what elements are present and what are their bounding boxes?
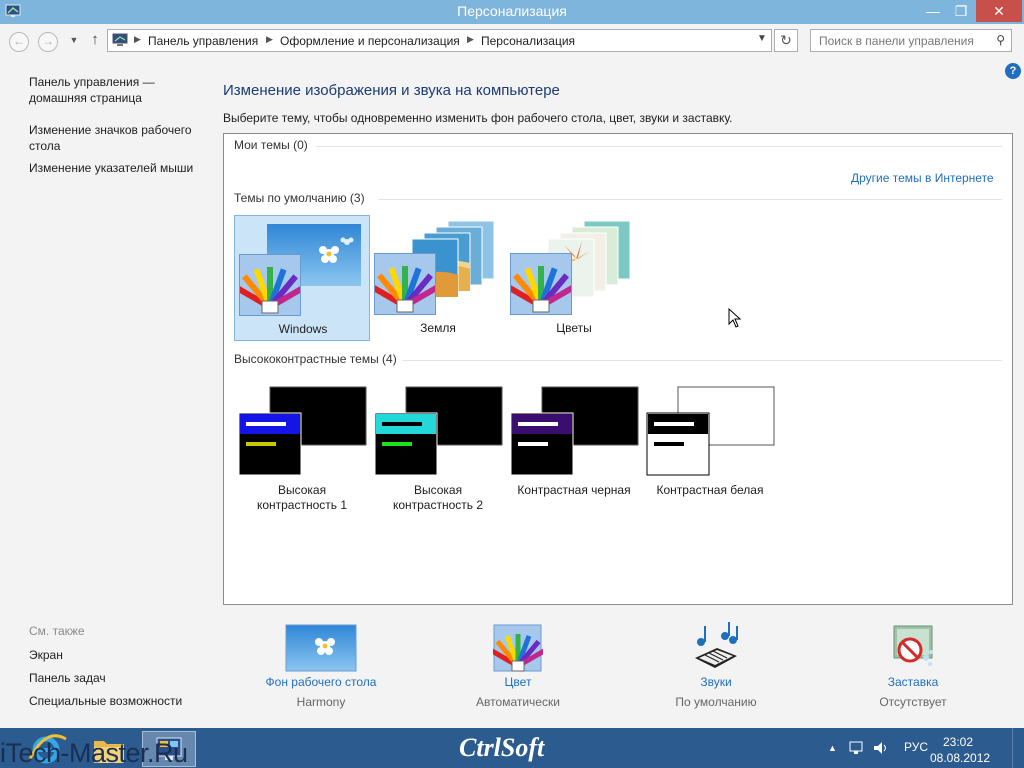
input-language-indicator[interactable]: РУС [904, 740, 928, 754]
theme-list: Мои темы (0) Другие темы в Интернете Тем… [223, 133, 1013, 605]
breadcrumb-control-panel[interactable]: Панель управления [148, 34, 258, 48]
theme-high-contrast-2[interactable]: Высокая контрастность 2 [370, 378, 506, 512]
group-divider [316, 146, 1002, 147]
back-arrow-icon: ← [13, 34, 25, 48]
theme-contrast-black[interactable]: Контрастная черная [506, 378, 642, 504]
screensaver-value: Отсутствует [879, 695, 947, 709]
search-placeholder: Поиск в панели управления [819, 34, 974, 48]
color-setting[interactable]: Цвет Автоматически [428, 622, 608, 709]
color-palette-icon [489, 624, 547, 672]
screensaver-icon [893, 625, 933, 666]
theme-label: Земля [420, 321, 456, 335]
address-bar[interactable]: ▶ Панель управления ▶ Оформление и персо… [107, 29, 772, 52]
up-arrow-icon: ↑ [91, 31, 99, 48]
group-my-themes: Мои темы (0) [234, 138, 308, 152]
maximize-button[interactable]: ❐ [948, 0, 974, 22]
high-contrast-1-thumbnail [238, 386, 367, 476]
back-button[interactable]: ← [9, 32, 29, 52]
search-input[interactable]: Поиск в панели управления ⚲ [810, 29, 1012, 52]
theme-label-line2: контрастность 2 [392, 498, 484, 512]
brand-logo-text: CtrlSoft [459, 733, 545, 762]
breadcrumb-separator-icon: ▶ [467, 34, 474, 44]
see-also-heading: См. также [29, 624, 85, 638]
refresh-icon: ↻ [780, 32, 792, 48]
page-title: Изменение изображения и звука на компьют… [223, 82, 560, 99]
recent-pages-button[interactable]: ▼ [64, 32, 84, 52]
clock-time: 23:02 [942, 735, 974, 749]
group-divider [402, 360, 1002, 361]
breadcrumb-separator-icon: ▶ [134, 34, 141, 44]
sounds-icon [695, 622, 738, 668]
navigation-bar: ← → ▼ ↑ ▶ Панель управления ▶ Оформление… [0, 24, 1024, 58]
sounds-setting[interactable]: Звуки По умолчанию [626, 622, 806, 709]
clock-date: 08.08.2012 [930, 751, 991, 765]
sounds-value: По умолчанию [675, 695, 757, 709]
theme-label-line1: Высокая [277, 483, 327, 497]
theme-label-line1: Контрастная черная [517, 483, 631, 497]
up-button[interactable]: ↑ [88, 31, 102, 51]
minimize-button[interactable]: — [920, 0, 946, 22]
color-palette-icon [233, 254, 307, 316]
group-high-contrast-themes: Высококонтрастные темы (4) [234, 352, 397, 366]
window-title: Персонализация [457, 3, 567, 19]
close-button[interactable]: ✕ [976, 0, 1022, 22]
link-display[interactable]: Экран [29, 647, 209, 663]
search-icon[interactable]: ⚲ [996, 33, 1005, 47]
help-icon[interactable]: ? [1005, 63, 1021, 79]
sounds-link[interactable]: Звуки [626, 675, 806, 689]
chevron-down-icon[interactable]: ▼ [757, 33, 767, 44]
forward-button[interactable]: → [38, 32, 58, 52]
page-subtitle: Выберите тему, чтобы одновременно измени… [223, 111, 733, 125]
group-default-themes: Темы по умолчанию (3) [234, 191, 365, 205]
desktop-background-icon [285, 624, 357, 672]
link-control-panel-home[interactable]: Панель управления — домашняя страница [29, 74, 209, 106]
group-divider [378, 199, 1002, 200]
desktop-background-value: Harmony [296, 695, 346, 709]
mouse-cursor-icon [728, 308, 742, 328]
theme-high-contrast-1[interactable]: Высокая контрастность 1 [234, 378, 370, 512]
control-panel-icon [112, 33, 128, 46]
desktop-background-link[interactable]: Фон рабочего стола [231, 675, 411, 689]
link-accessibility[interactable]: Специальные возможности [29, 693, 209, 709]
contrast-white-thumbnail [646, 386, 775, 476]
high-contrast-2-thumbnail [374, 386, 503, 476]
link-change-desktop-icons[interactable]: Изменение значков рабочего стола [29, 122, 209, 154]
title-bar: Персонализация — ❐ ✕ [0, 0, 1024, 24]
left-pane: Панель управления — домашняя страница Из… [0, 58, 215, 728]
theme-windows[interactable]: Windows [233, 215, 370, 341]
screensaver-link[interactable]: Заставка [823, 675, 1003, 689]
breadcrumb-separator-icon: ▶ [266, 34, 273, 44]
link-taskbar[interactable]: Панель задач [29, 670, 209, 686]
clock[interactable]: 23:02 08.08.2012 [930, 734, 991, 766]
breadcrumb-personalization[interactable]: Персонализация [481, 34, 575, 48]
theme-earth[interactable]: Земля [368, 215, 506, 341]
speaker-icon[interactable] [872, 740, 890, 756]
color-palette-icon [504, 253, 578, 315]
forward-arrow-icon: → [42, 34, 54, 48]
color-value: Автоматически [476, 695, 560, 709]
theme-label-line2: контрастность 1 [256, 498, 348, 512]
link-more-themes-online[interactable]: Другие темы в Интернете [851, 171, 994, 185]
show-desktop-button[interactable] [1012, 728, 1024, 768]
color-link[interactable]: Цвет [428, 675, 608, 689]
color-palette-icon [368, 253, 442, 315]
theme-label-line1: Контрастная белая [656, 483, 764, 497]
theme-label-line1: Высокая [413, 483, 463, 497]
theme-label: Цветы [556, 321, 592, 335]
contrast-black-thumbnail [510, 386, 639, 476]
chevron-down-icon: ▼ [69, 35, 79, 45]
breadcrumb-appearance[interactable]: Оформление и персонализация [280, 34, 460, 48]
watermark-text: iTech-Master.Ru [0, 738, 188, 768]
show-hidden-icons-icon[interactable]: ▲ [828, 743, 837, 753]
theme-label: Windows [278, 322, 328, 336]
theme-contrast-white[interactable]: Контрастная белая [642, 378, 778, 504]
link-change-mouse-pointers[interactable]: Изменение указателей мыши [29, 160, 209, 176]
screensaver-setting[interactable]: Заставка Отсутствует [823, 622, 1003, 709]
desktop-background-setting[interactable]: Фон рабочего стола Harmony [231, 622, 411, 709]
refresh-button[interactable]: ↻ [774, 29, 798, 52]
theme-flowers[interactable]: Цветы [504, 215, 642, 341]
network-icon[interactable] [848, 740, 866, 756]
